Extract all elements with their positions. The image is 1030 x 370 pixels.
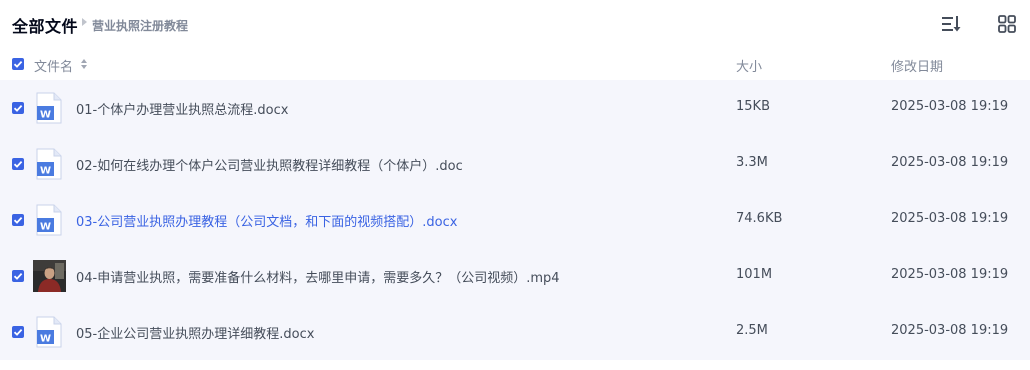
file-modified-date: 2025-03-08 19:19 — [891, 99, 1009, 114]
file-modified-date: 2025-03-08 19:19 — [891, 155, 1009, 170]
row-checkbox[interactable] — [12, 158, 24, 170]
breadcrumb-current: 营业执照注册教程 — [92, 19, 189, 33]
top-bar: 全部文件 营业执照注册教程 — [0, 0, 1030, 48]
video-thumbnail — [33, 260, 66, 292]
word-doc-icon: W — [36, 92, 62, 124]
row-checkbox[interactable] — [12, 270, 24, 282]
file-row[interactable]: 04-申请营业执照，需要准备什么材料，去哪里申请，需要多久？（公司视频）.mp4… — [0, 248, 1030, 304]
word-doc-icon: W — [36, 148, 62, 180]
file-row[interactable]: W 05-企业公司营业执照办理详细教程.docx 2.5M 2025-03-08… — [0, 304, 1030, 360]
file-modified-date: 2025-03-08 19:19 — [891, 267, 1009, 282]
file-row[interactable]: W 01-个体户办理营业执照总流程.docx 15KB 2025-03-08 1… — [0, 80, 1030, 136]
file-modified-date: 2025-03-08 19:19 — [891, 323, 1009, 338]
file-size: 101M — [736, 267, 773, 282]
select-all-checkbox[interactable] — [12, 58, 24, 70]
row-checkbox[interactable] — [12, 326, 24, 338]
file-name[interactable]: 04-申请营业执照，需要准备什么材料，去哪里申请，需要多久？（公司视频）.mp4 — [76, 267, 560, 286]
file-name[interactable]: 05-企业公司营业执照办理详细教程.docx — [76, 323, 314, 342]
svg-text:W: W — [40, 334, 51, 345]
file-name[interactable]: 03-公司营业执照办理教程（公司文档，和下面的视频搭配）.docx — [76, 211, 457, 230]
column-header-size[interactable]: 大小 — [736, 56, 762, 75]
file-name[interactable]: 02-如何在线办理个体户公司营业执照教程详细教程（个体户）.doc — [76, 155, 463, 174]
breadcrumb-root[interactable]: 全部文件 — [12, 13, 78, 37]
column-header-modified[interactable]: 修改日期 — [891, 56, 943, 75]
sort-list-icon[interactable] — [941, 14, 961, 34]
breadcrumb-separator-icon — [82, 18, 87, 26]
file-modified-date: 2025-03-08 19:19 — [891, 211, 1009, 226]
file-size: 3.3M — [736, 155, 768, 170]
file-size: 74.6KB — [736, 211, 783, 226]
word-doc-icon: W — [36, 316, 62, 348]
file-size: 15KB — [736, 99, 770, 114]
row-checkbox[interactable] — [12, 214, 24, 226]
file-name[interactable]: 01-个体户办理营业执照总流程.docx — [76, 99, 288, 118]
file-size: 2.5M — [736, 323, 768, 338]
column-header-name[interactable]: 文件名 — [34, 56, 73, 75]
file-row[interactable]: W 03-公司营业执照办理教程（公司文档，和下面的视频搭配）.docx 74.6… — [0, 192, 1030, 248]
file-row[interactable]: W 02-如何在线办理个体户公司营业执照教程详细教程（个体户）.doc 3.3M… — [0, 136, 1030, 192]
svg-text:W: W — [40, 110, 51, 121]
word-doc-icon: W — [36, 204, 62, 236]
grid-view-icon[interactable] — [997, 14, 1017, 34]
row-checkbox[interactable] — [12, 102, 24, 114]
svg-text:W: W — [40, 166, 51, 177]
svg-text:W: W — [40, 222, 51, 233]
file-list-header: 文件名 大小 修改日期 — [0, 48, 1030, 80]
sort-toggle-icon[interactable] — [80, 58, 88, 70]
